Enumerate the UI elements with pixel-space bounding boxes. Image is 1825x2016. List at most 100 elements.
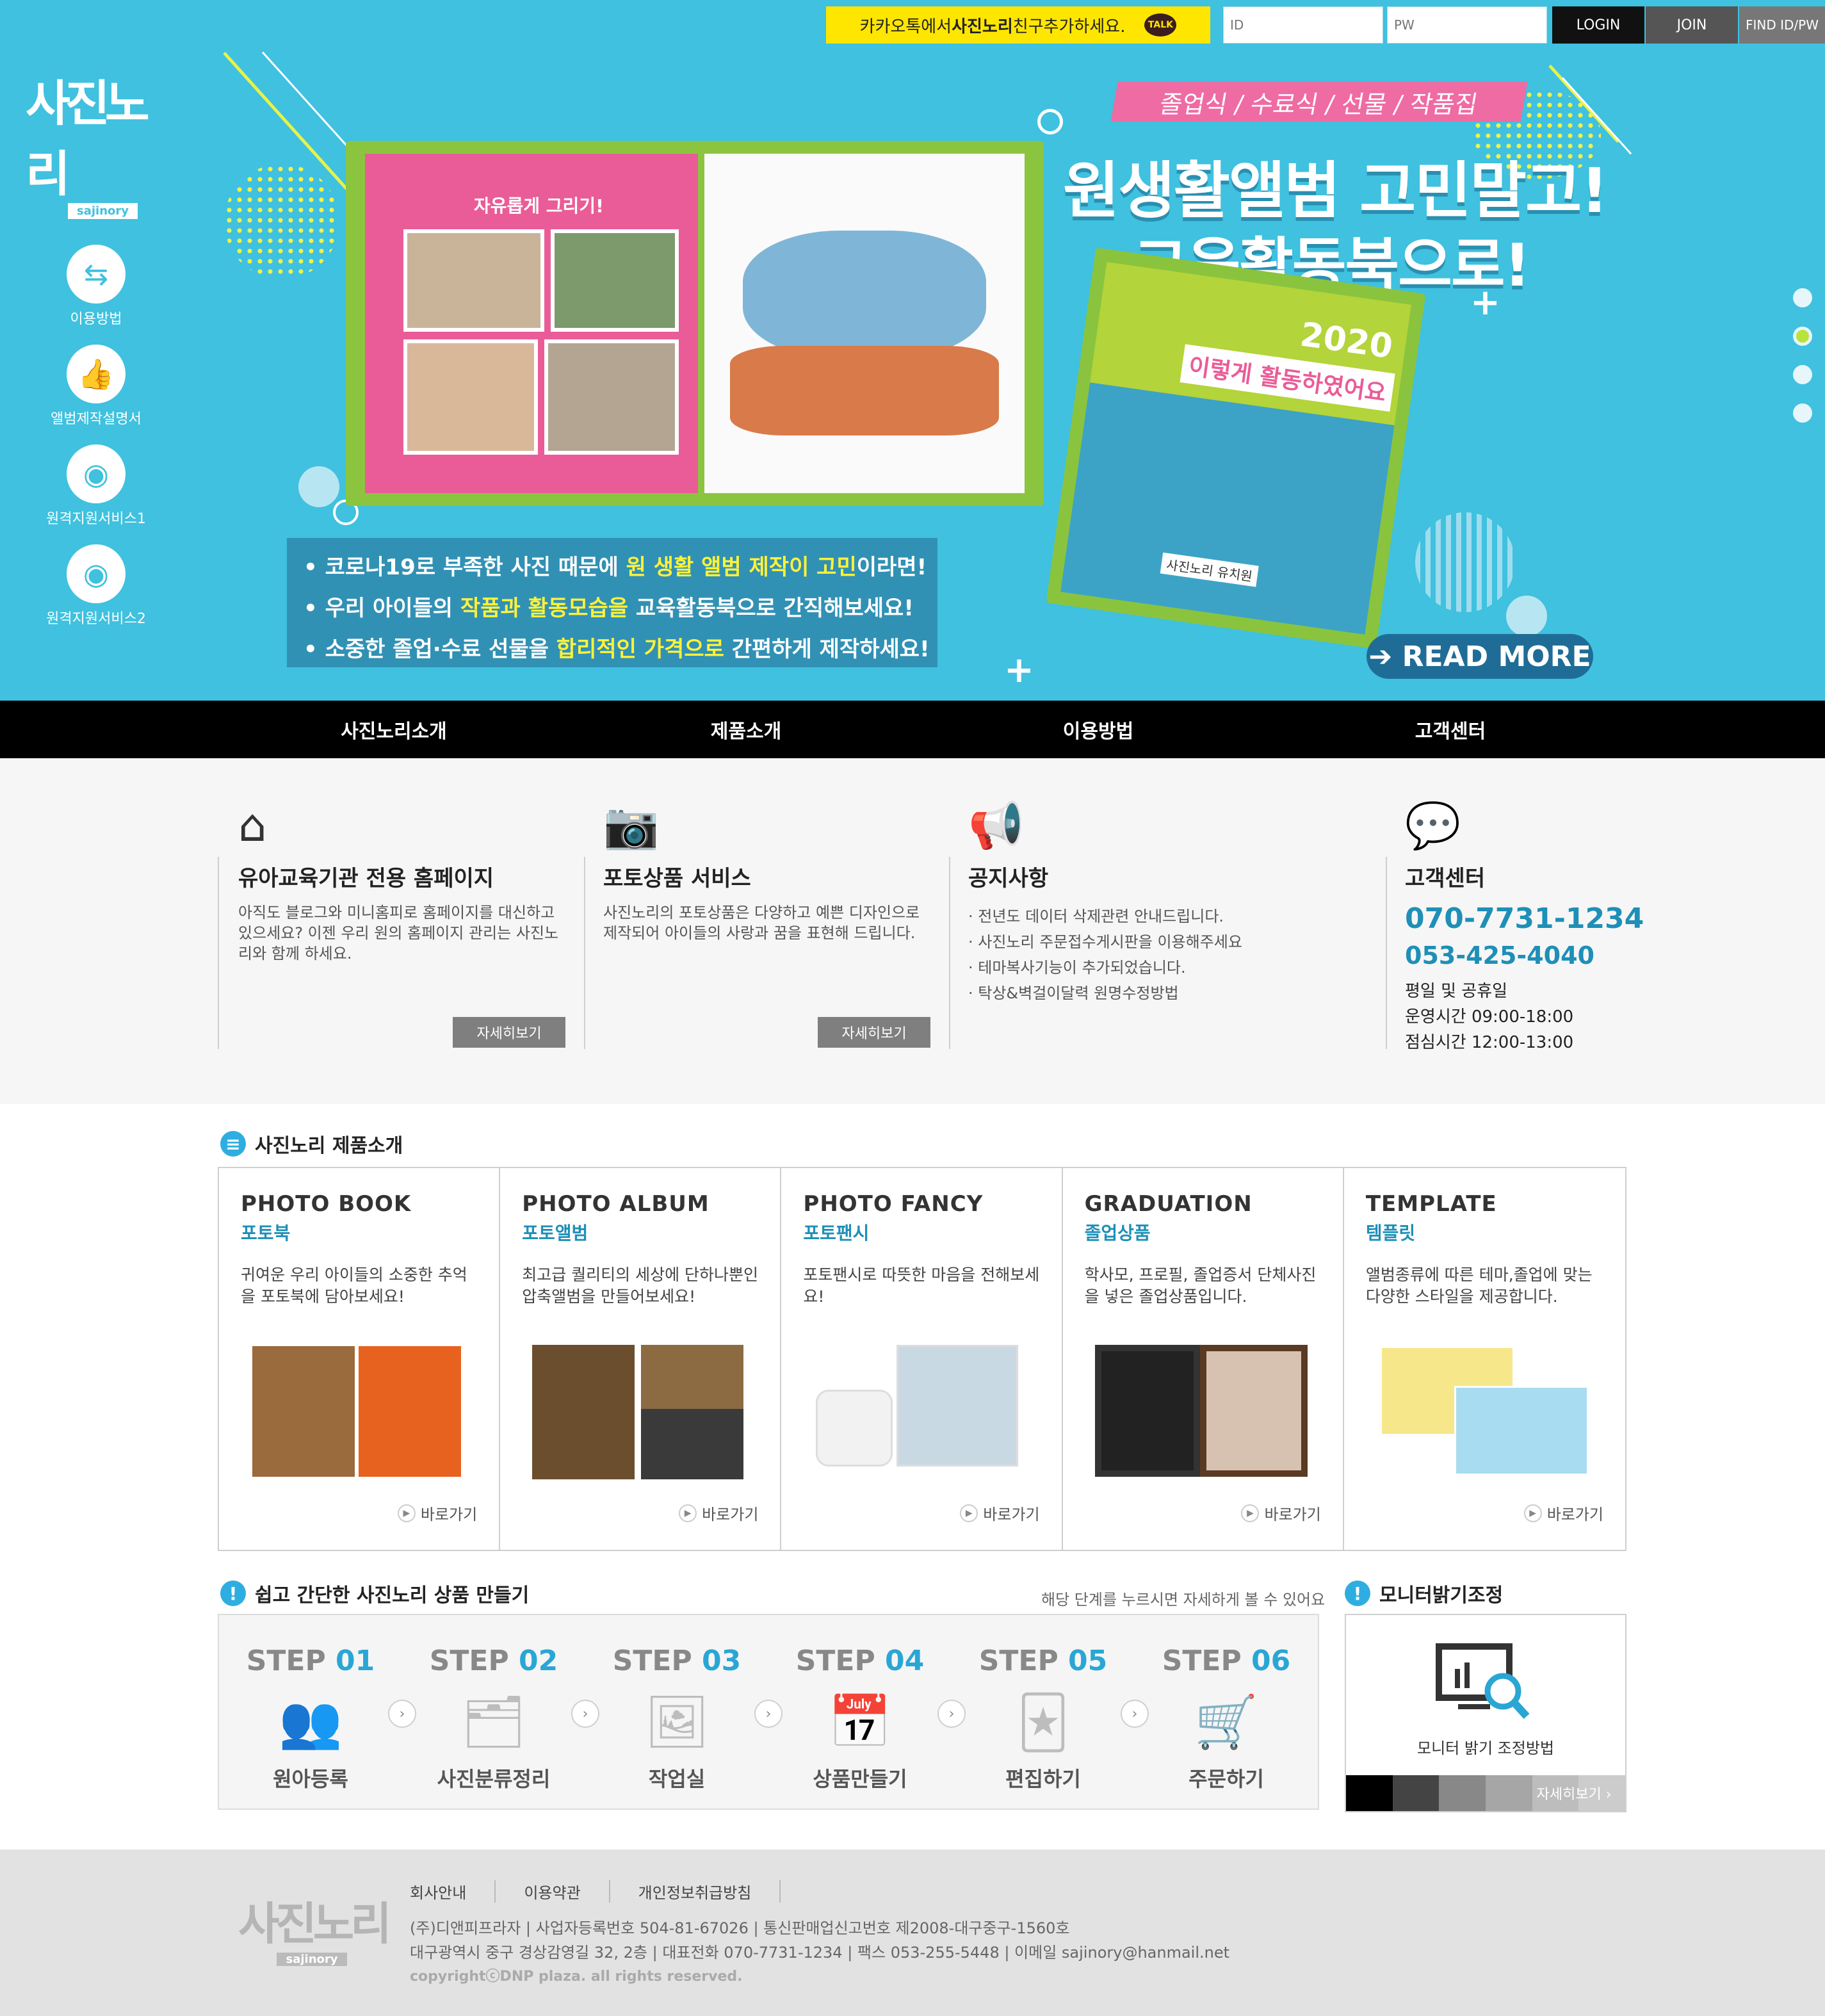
product-en: GRADUATION xyxy=(1084,1191,1253,1217)
sidebar-item-usage[interactable]: ⇆ 이용방법 xyxy=(26,245,166,328)
arrow-right-icon: ▶ xyxy=(1523,1504,1542,1522)
products-grid: PHOTO BOOK 포토북 귀여운 우리 아이들의 소중한 추억을 포토북에 … xyxy=(218,1167,1626,1551)
book-right-page xyxy=(704,154,1025,493)
homepage-more-button[interactable]: 자세히보기 xyxy=(453,1017,565,1048)
sidebar-item-label: 이용방법 xyxy=(70,311,122,327)
footer-address: (주)디앤피프라자 | 사업자등록번호 504-81-67026 | 통신판매업… xyxy=(410,1919,1230,1962)
product-en: PHOTO ALBUM xyxy=(522,1191,710,1217)
product-go-link[interactable]: ▶ 바로가기 xyxy=(1523,1502,1603,1524)
product-ko: 템플릿 xyxy=(1365,1223,1416,1244)
product-desc: 포토팬시로 따뜻한 마음을 전해보세요! xyxy=(803,1265,1040,1306)
support-hours: 평일 및 공휴일 운영시간 09:00-18:00 점심시간 12:00-13:… xyxy=(1405,982,1574,1052)
logo-main-text: 사진노리 xyxy=(26,75,150,202)
product-ko: 포토팬시 xyxy=(803,1223,870,1244)
step-label: 상품만들기 xyxy=(813,1767,907,1791)
steps-panel: STEP 01 👥 원아등록 › STEP 02 🗂 사진분류정리 › STEP… xyxy=(218,1614,1319,1810)
graduation-image xyxy=(1094,1345,1200,1477)
product-card-photobook[interactable]: PHOTO BOOK 포토북 귀여운 우리 아이들의 소중한 추억을 포토북에 … xyxy=(219,1168,501,1550)
step-03[interactable]: STEP 03 🖼 작업실 › xyxy=(585,1615,783,1809)
chat-bubble-icon: 💬 xyxy=(1405,799,1461,852)
logo-sub-text: sajinory xyxy=(68,203,138,219)
banner-ribbon: 졸업식 / 수료식 / 선물 / 작품집 xyxy=(1110,82,1528,122)
step-01[interactable]: STEP 01 👥 원아등록 › xyxy=(219,1615,416,1809)
footer-link-privacy[interactable]: 개인정보취급방침 xyxy=(610,1880,781,1903)
sidebar-item-album-manual[interactable]: 👍 앨범제작설명서 xyxy=(26,345,166,428)
photo-stack-icon: 🗂 xyxy=(461,1692,526,1752)
id-input[interactable] xyxy=(1223,6,1383,44)
deco-dots xyxy=(224,164,339,279)
slider-dot[interactable] xyxy=(1793,365,1812,384)
photobook-image xyxy=(252,1346,355,1477)
footer-link-company[interactable]: 회사안내 xyxy=(410,1880,496,1903)
photoalbum-image xyxy=(532,1345,635,1479)
pw-input[interactable] xyxy=(1387,6,1547,44)
product-card-photoalbum[interactable]: PHOTO ALBUM 포토앨범 최고급 퀄리티의 세상에 단하나뿐인 압축앨범… xyxy=(500,1168,782,1550)
photo xyxy=(403,339,538,455)
nav-item-usage[interactable]: 이용방법 xyxy=(922,701,1274,758)
product-go-link[interactable]: ▶ 바로가기 xyxy=(960,1502,1040,1524)
photoalbum-image xyxy=(641,1345,744,1479)
slider-dot-active[interactable] xyxy=(1793,327,1812,346)
nav-item-products[interactable]: 제품소개 xyxy=(570,701,922,758)
product-en: TEMPLATE xyxy=(1365,1191,1497,1217)
slider-dot[interactable] xyxy=(1793,288,1812,307)
nav-item-support[interactable]: 고객센터 xyxy=(1274,701,1626,758)
photo xyxy=(544,339,679,455)
megaphone-icon: 📢 xyxy=(968,799,1025,852)
step-label: 주문하기 xyxy=(1188,1767,1264,1791)
find-id-pw-button[interactable]: FIND ID/PW xyxy=(1739,6,1825,44)
product-card-template[interactable]: TEMPLATE 템플릿 앨범종류에 따른 테마,졸업에 맞는 다양한 스타일을… xyxy=(1344,1168,1625,1550)
activity-book-cover: 2020 이렇게 활동하였어요 사진노리 유치원 xyxy=(1046,247,1426,649)
painting xyxy=(730,346,999,435)
product-go-link[interactable]: ▶ 바로가기 xyxy=(1241,1502,1321,1524)
signpost-icon: ⇆ xyxy=(67,245,126,304)
graduation-image xyxy=(1199,1345,1308,1477)
join-button[interactable]: JOIN xyxy=(1646,6,1738,44)
users-icon: 👥 xyxy=(279,1692,343,1752)
product-ko: 포토앨범 xyxy=(522,1223,588,1244)
step-04[interactable]: STEP 04 📅 상품만들기 › xyxy=(768,1615,966,1809)
sidebar-item-label: 앨범제작설명서 xyxy=(51,411,142,427)
monitor-brightness-panel[interactable]: 모니터 밝기 조정방법 자세히보기 › xyxy=(1345,1614,1626,1812)
read-more-button[interactable]: ➔ READ MORE xyxy=(1367,634,1593,679)
kakao-friend-banner[interactable]: 카카오톡에서 사진노리 친구추가하세요. TALK xyxy=(826,6,1210,44)
banner-headline: 원생활앨범 고민말고! xyxy=(1063,155,1609,227)
thumbs-up-icon: 👍 xyxy=(67,345,126,403)
monitor-search-icon xyxy=(1436,1643,1530,1719)
notice-item[interactable]: · 탁상&벽걸이달력 원명수정방법 xyxy=(968,980,1242,1006)
product-ko: 졸업상품 xyxy=(1084,1223,1151,1244)
sidebar-item-remote-support-2[interactable]: ◉ 원격지원서비스2 xyxy=(26,544,166,628)
homepage-block: ⌂ 유아교육기관 전용 홈페이지 아직도 블로그와 미니홈피로 홈페이지를 대신… xyxy=(238,799,565,1055)
product-go-link[interactable]: ▶ 바로가기 xyxy=(679,1502,758,1524)
sidebar-item-label: 원격지원서비스2 xyxy=(46,611,146,627)
step-06[interactable]: STEP 06 🛒 주문하기 xyxy=(1135,1615,1318,1809)
sidebar-item-remote-support-1[interactable]: ◉ 원격지원서비스1 xyxy=(26,444,166,528)
site-logo[interactable]: 사진노리 sajinory xyxy=(26,64,173,219)
monitor-section-title: ! 모니터밝기조정 xyxy=(1345,1579,1503,1607)
product-go-link[interactable]: ▶ 바로가기 xyxy=(397,1502,477,1524)
divider xyxy=(1386,857,1387,1049)
main-nav: 사진노리소개 제품소개 이용방법 고객센터 xyxy=(0,701,1825,758)
login-button[interactable]: LOGIN xyxy=(1552,6,1644,44)
step-02[interactable]: STEP 02 🗂 사진분류정리 › xyxy=(402,1615,599,1809)
photobook-image xyxy=(359,1346,461,1477)
notice-item[interactable]: · 전년도 데이터 삭제관련 안내드립니다. xyxy=(968,904,1242,929)
kakao-text-post: 친구추가하세요. xyxy=(1012,17,1126,37)
notice-item[interactable]: · 테마복사기능이 추가되었습니다. xyxy=(968,955,1242,980)
step-05[interactable]: STEP 05 🃏 편집하기 › xyxy=(952,1615,1149,1809)
calendar-photo-icon: 📅 xyxy=(828,1692,892,1752)
nav-item-about[interactable]: 사진노리소개 xyxy=(218,701,570,758)
divider xyxy=(218,857,219,1049)
notice-item[interactable]: · 사진노리 주문접수게시판을 이용해주세요 xyxy=(968,929,1242,955)
product-card-graduation[interactable]: GRADUATION 졸업상품 학사모, 프로필, 졸업증서 단체사진을 넣은 … xyxy=(1063,1168,1344,1550)
product-en: PHOTO FANCY xyxy=(803,1191,984,1217)
step-label: 사진분류정리 xyxy=(437,1767,551,1791)
photo-service-more-button[interactable]: 자세히보기 xyxy=(818,1017,930,1048)
book-page-title: 자유롭게 그리기! xyxy=(474,195,604,216)
deco-stripe-circle xyxy=(1415,512,1515,612)
footer-link-terms[interactable]: 이용약관 xyxy=(496,1880,610,1903)
monitor-more-button[interactable]: 자세히보기 › xyxy=(1523,1775,1625,1811)
slider-dot[interactable] xyxy=(1793,403,1812,423)
product-card-photofancy[interactable]: PHOTO FANCY 포토팬시 포토팬시로 따뜻한 마음을 전해보세요! ▶ 바… xyxy=(781,1168,1063,1550)
step-label: 편집하기 xyxy=(1005,1767,1081,1791)
